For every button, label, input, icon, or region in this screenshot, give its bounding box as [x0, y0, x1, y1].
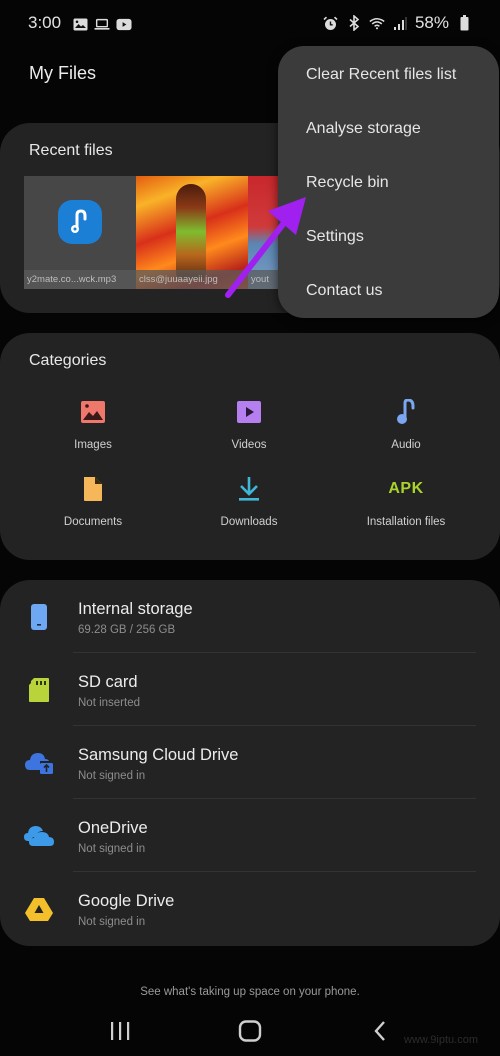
storage-name: OneDrive	[78, 819, 148, 837]
document-icon	[78, 474, 108, 504]
category-audio[interactable]: Audio	[336, 397, 476, 451]
back-button[interactable]	[360, 1016, 400, 1046]
sd-card-icon	[22, 675, 56, 705]
bluetooth-icon	[346, 15, 362, 31]
battery-icon	[456, 15, 472, 31]
category-label: Videos	[231, 439, 267, 451]
image-thumbnail	[176, 184, 206, 279]
storage-item-samsung-cloud[interactable]: Samsung Cloud Drive Not signed in	[0, 726, 500, 799]
category-label: Documents	[63, 516, 123, 528]
signal-icon	[392, 15, 408, 31]
battery-percent: 58%	[414, 13, 449, 32]
watermark: www.9iptu.com	[404, 1034, 478, 1046]
youtube-icon	[116, 16, 132, 32]
home-button[interactable]	[230, 1016, 270, 1046]
wifi-icon	[369, 15, 385, 31]
status-time: 3:00	[28, 13, 62, 32]
categories-title: Categories	[29, 352, 107, 369]
storage-card: Internal storage 69.28 GB / 256 GB SD ca…	[0, 580, 500, 946]
system-status: 58%	[323, 13, 472, 33]
home-icon	[238, 1020, 262, 1042]
category-downloads[interactable]: Downloads	[179, 474, 319, 528]
music-file-icon	[58, 200, 102, 244]
storage-hint-link[interactable]: See what's taking up space on your phone…	[0, 986, 500, 998]
video-icon	[234, 397, 264, 427]
alarm-icon	[323, 15, 339, 31]
category-videos[interactable]: Videos	[179, 397, 319, 451]
onedrive-icon	[22, 821, 56, 851]
category-installation-files[interactable]: APK Installation files	[336, 474, 476, 528]
storage-usage: 69.28 GB / 256 GB	[78, 624, 176, 636]
menu-item-analyse-storage[interactable]: Analyse storage	[306, 120, 421, 138]
categories-card: Categories Images Videos Audio Documents…	[0, 333, 500, 560]
menu-item-contact-us[interactable]: Contact us	[306, 282, 382, 300]
menu-item-settings[interactable]: Settings	[306, 228, 364, 246]
storage-name: SD card	[78, 673, 138, 691]
category-documents[interactable]: Documents	[23, 474, 163, 528]
category-label: Downloads	[220, 516, 278, 528]
category-label: Audio	[391, 439, 421, 451]
google-drive-icon	[22, 894, 56, 924]
storage-item-internal[interactable]: Internal storage 69.28 GB / 256 GB	[0, 580, 500, 653]
file-name: y2mate.co...wck.mp3	[24, 270, 136, 289]
status-bar: 3:00 58%	[0, 0, 500, 48]
image-icon	[78, 397, 108, 427]
menu-item-clear-recent[interactable]: Clear Recent files list	[306, 66, 456, 84]
recents-icon	[111, 1022, 130, 1040]
apk-icon: APK	[388, 474, 424, 504]
storage-name: Internal storage	[78, 600, 193, 618]
laptop-icon	[94, 16, 110, 32]
storage-status: Not signed in	[78, 843, 146, 855]
storage-status: Not signed in	[78, 770, 146, 782]
back-icon	[374, 1021, 385, 1041]
apk-icon-text: APK	[388, 480, 424, 497]
recents-button[interactable]	[100, 1016, 140, 1046]
menu-item-recycle-bin[interactable]: Recycle bin	[306, 174, 389, 192]
notification-icons	[72, 16, 132, 32]
storage-name: Samsung Cloud Drive	[78, 746, 239, 764]
gallery-icon	[72, 16, 88, 32]
storage-item-sd-card[interactable]: SD card Not inserted	[0, 653, 500, 726]
download-icon	[234, 474, 264, 504]
navigation-bar: www.9iptu.com	[0, 1012, 500, 1048]
recent-files-title: Recent files	[29, 142, 113, 159]
annotation-arrow-icon	[225, 197, 306, 298]
recent-file-item[interactable]: y2mate.co...wck.mp3	[24, 176, 136, 289]
category-label: Images	[74, 439, 112, 451]
storage-status: Not inserted	[78, 697, 141, 709]
category-images[interactable]: Images	[23, 397, 163, 451]
storage-item-onedrive[interactable]: OneDrive Not signed in	[0, 799, 500, 872]
music-note-icon	[391, 397, 421, 427]
storage-status: Not signed in	[78, 916, 146, 928]
page-title: My Files	[29, 63, 96, 83]
storage-item-google-drive[interactable]: Google Drive Not signed in	[0, 872, 500, 945]
phone-storage-icon	[22, 602, 56, 632]
category-label: Installation files	[366, 516, 446, 528]
samsung-cloud-icon	[22, 748, 56, 778]
storage-name: Google Drive	[78, 892, 175, 910]
